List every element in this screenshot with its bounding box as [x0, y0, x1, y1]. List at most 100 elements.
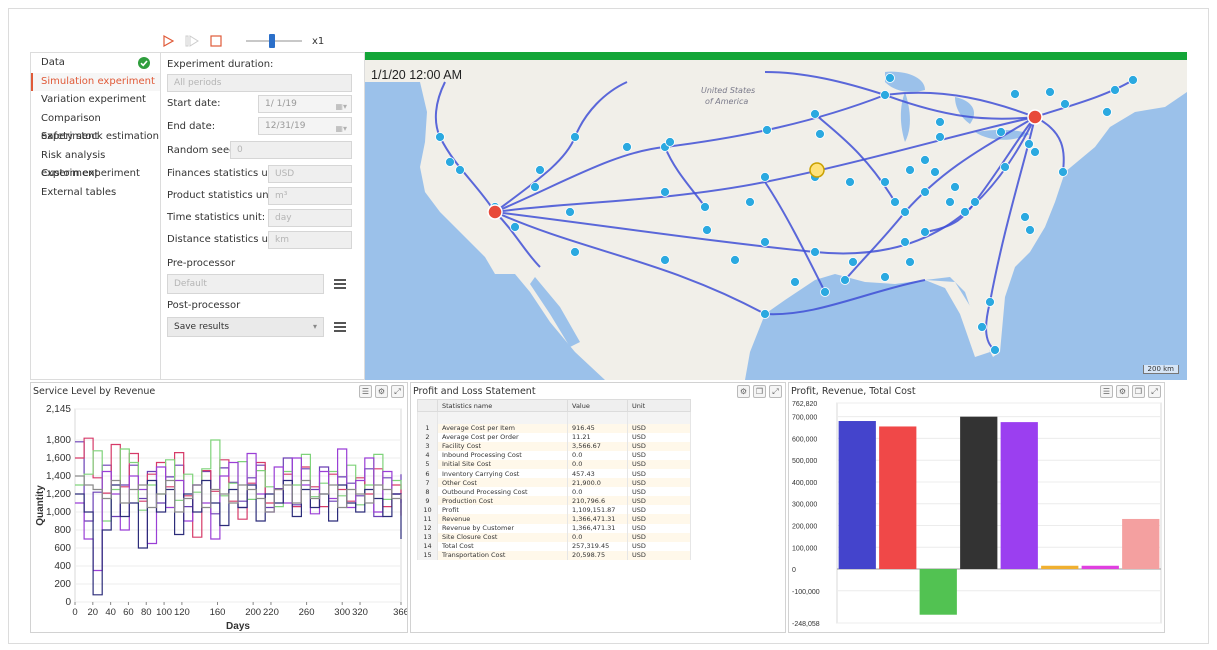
column-header[interactable]: Unit	[627, 399, 691, 412]
stop-button[interactable]	[208, 33, 224, 49]
unit-cell: USD	[627, 505, 691, 515]
customer-marker-icon	[810, 109, 820, 119]
table-row[interactable]: 9 Production Cost 210,796.6 USD	[417, 496, 691, 506]
nav-item-label: Variation experiment	[41, 94, 146, 105]
nav-item-comparison-experiment[interactable]: Comparison experiment	[31, 110, 160, 143]
map-canvas	[365, 52, 1187, 380]
finances-unit-select[interactable]: USD	[268, 165, 352, 183]
y-tick-label: 600,000	[792, 436, 817, 443]
nav-item-variation-experiment[interactable]: Variation experiment	[31, 91, 160, 110]
end-date-field[interactable]: 12/31/19 ▦▾	[258, 117, 352, 135]
table-row[interactable]: 7 Other Cost 21,900.0 USD	[417, 478, 691, 488]
table-row[interactable]: 5 Initial Site Cost 0.0 USD	[417, 459, 691, 469]
calendar-icon[interactable]: ▦▾	[335, 99, 347, 112]
product-unit-select[interactable]: m³	[268, 187, 352, 205]
calendar-icon[interactable]: ▦▾	[335, 121, 347, 134]
pre-processor-select[interactable]: Default	[167, 274, 324, 294]
table-row[interactable]: 3 Facility Cost 3,566.67 USD	[417, 441, 691, 451]
play-button[interactable]	[160, 33, 176, 49]
finances-unit-label: Finances statistics unit:	[167, 168, 285, 179]
speed-slider[interactable]	[246, 34, 302, 48]
nav-item-custom-experiment[interactable]: Custom experiment	[31, 165, 160, 184]
y-tick-label: 700,000	[792, 415, 817, 422]
nav-item-label: Simulation experiment	[41, 75, 155, 87]
expand-icon[interactable]: ⤢	[769, 385, 782, 398]
value-cell: 11.21	[567, 432, 628, 442]
customer-marker-icon	[1102, 107, 1112, 117]
table-row[interactable]: 2 Average Cost per Order 11.21 USD	[417, 432, 691, 442]
table-row[interactable]: 15 Transportation Cost 20,598.75 USD	[417, 550, 691, 560]
bar	[879, 426, 917, 570]
x-axis-label: Days	[226, 621, 250, 632]
settings-icon[interactable]: ⚙	[737, 385, 750, 398]
distance-unit-select[interactable]: km	[268, 231, 352, 249]
table-row[interactable]: 11 Revenue 1,366,471.31 USD	[417, 514, 691, 524]
table-row[interactable]: 12 Revenue by Customer 1,366,471.31 USD	[417, 523, 691, 533]
customer-marker-icon	[885, 73, 895, 83]
table-row[interactable]: 8 Outbound Processing Cost 0.0 USD	[417, 487, 691, 497]
customer-marker-icon	[1030, 147, 1040, 157]
column-header[interactable]: Statistics name	[437, 399, 568, 412]
bar	[1000, 422, 1038, 570]
table-row[interactable]: 1 Average Cost per Item 916.45 USD	[417, 423, 691, 433]
post-processor-menu-button[interactable]	[330, 317, 350, 337]
time-unit-select[interactable]: day	[268, 209, 352, 227]
column-header[interactable]: Value	[567, 399, 628, 412]
row-index: 5	[417, 459, 438, 469]
value-cell: 0.0	[567, 459, 628, 469]
start-date-field[interactable]: 1/ 1/19 ▦▾	[258, 95, 352, 113]
table-row[interactable]: 13 Site Closure Cost 0.0 USD	[417, 532, 691, 542]
table-view-icon[interactable]: ☰	[359, 385, 372, 398]
copy-icon[interactable]: ❐	[753, 385, 766, 398]
expand-icon[interactable]: ⤢	[391, 385, 404, 398]
y-tick-label: 1,200	[46, 489, 71, 500]
random-seed-field[interactable]: 0	[230, 141, 352, 159]
table-body: 1 Average Cost per Item 916.45 USD 2 Average …	[417, 411, 691, 560]
customer-marker-icon	[1110, 85, 1120, 95]
customer-marker-icon	[880, 177, 890, 187]
customer-marker-icon	[985, 297, 995, 307]
unit-cell: USD	[627, 441, 691, 451]
table-header-row: Statistics name Value Unit	[417, 399, 691, 412]
unit-cell: USD	[627, 450, 691, 460]
customer-marker-icon	[815, 129, 825, 139]
row-index: 7	[417, 478, 438, 488]
nav-item-safety-stock-estimation[interactable]: Safety stock estimation	[31, 128, 160, 147]
supply-chain-map[interactable]: 1/1/20 12:00 AM United States of America…	[365, 52, 1187, 380]
product-unit-label: Product statistics unit:	[167, 190, 279, 201]
unit-cell: USD	[627, 532, 691, 542]
customer-marker-icon	[840, 275, 850, 285]
customer-marker-icon	[700, 202, 710, 212]
nav-item-simulation-experiment[interactable]: Simulation experiment	[31, 72, 160, 91]
customer-marker-icon	[990, 345, 1000, 355]
experiment-settings-form: Experiment duration: All periods Start d…	[160, 52, 365, 380]
table-row[interactable]: 6 Inventory Carrying Cost 457.43 USD	[417, 468, 691, 479]
nav-item-external-tables[interactable]: External tables	[31, 184, 160, 203]
profit-loss-table: Statistics name Value Unit 1 Average Cost…	[417, 399, 691, 560]
table-row[interactable]: 14 Total Cost 257,319.45 USD	[417, 541, 691, 551]
customer-marker-icon	[905, 257, 915, 267]
unit-cell: USD	[627, 550, 691, 560]
customer-marker-icon	[945, 197, 955, 207]
settings-icon[interactable]: ⚙	[375, 385, 388, 398]
speed-slider-thumb[interactable]	[268, 34, 275, 48]
table-row[interactable]: 4 Inbound Processing Cost 0.0 USD	[417, 450, 691, 460]
statistic-name-cell: Total Cost	[437, 541, 568, 551]
service-level-panel: Service Level by Revenue ☰ ⚙ ⤢ 0 200 400 60…	[30, 382, 408, 633]
step-forward-button[interactable]	[184, 33, 200, 49]
end-date-value: 12/31/19	[265, 121, 306, 131]
table-row[interactable]: 10 Profit 1,109,151.87 USD	[417, 505, 691, 515]
duration-select[interactable]: All periods	[167, 74, 352, 92]
nav-item-risk-analysis-experiment[interactable]: Risk analysis experiment	[31, 147, 160, 180]
customer-marker-icon	[762, 125, 772, 135]
supplier-icon	[809, 162, 825, 178]
value-cell: 1,366,471.31	[567, 523, 628, 533]
customer-marker-icon	[920, 227, 930, 237]
unit-cell: USD	[627, 459, 691, 469]
nav-item-data[interactable]: Data	[31, 54, 160, 73]
map-scale: 200 km	[1142, 365, 1179, 374]
panel-title: Profit and Loss Statement	[413, 386, 536, 397]
pre-processor-menu-button[interactable]	[330, 274, 350, 294]
post-processor-select[interactable]: Save results ▾	[167, 317, 324, 337]
customer-marker-icon	[960, 207, 970, 217]
